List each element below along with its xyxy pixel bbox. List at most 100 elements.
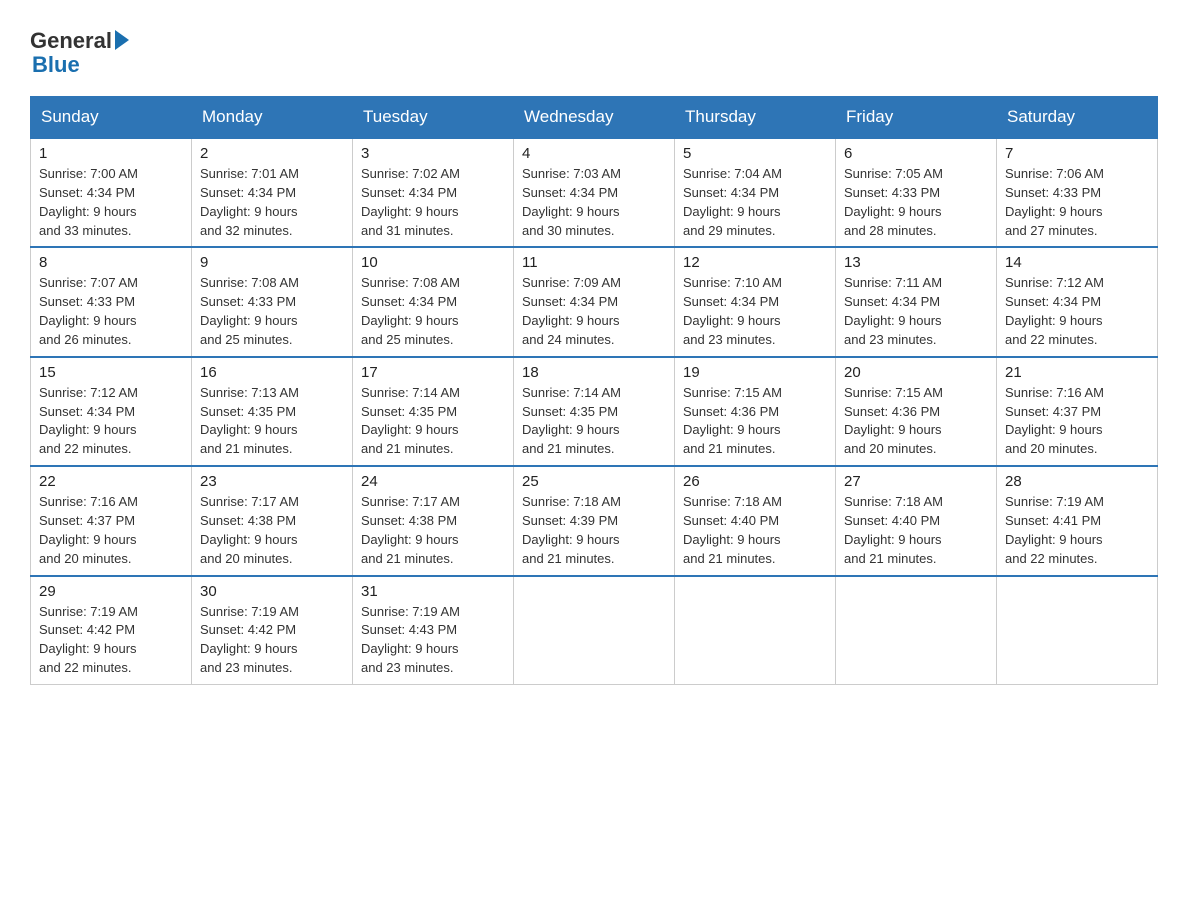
- calendar-cell: 28 Sunrise: 7:19 AMSunset: 4:41 PMDaylig…: [997, 466, 1158, 575]
- day-info: Sunrise: 7:02 AMSunset: 4:34 PMDaylight:…: [361, 165, 505, 240]
- logo-blue-text: Blue: [32, 52, 80, 78]
- day-info: Sunrise: 7:14 AMSunset: 4:35 PMDaylight:…: [522, 384, 666, 459]
- day-info: Sunrise: 7:16 AMSunset: 4:37 PMDaylight:…: [39, 493, 183, 568]
- calendar-cell: 25 Sunrise: 7:18 AMSunset: 4:39 PMDaylig…: [514, 466, 675, 575]
- calendar-cell: 29 Sunrise: 7:19 AMSunset: 4:42 PMDaylig…: [31, 576, 192, 685]
- day-number: 9: [200, 254, 344, 271]
- weekday-header-wednesday: Wednesday: [514, 97, 675, 139]
- day-number: 18: [522, 364, 666, 381]
- day-number: 26: [683, 473, 827, 490]
- calendar-cell: 20 Sunrise: 7:15 AMSunset: 4:36 PMDaylig…: [836, 357, 997, 466]
- calendar-cell: 19 Sunrise: 7:15 AMSunset: 4:36 PMDaylig…: [675, 357, 836, 466]
- calendar-cell: 31 Sunrise: 7:19 AMSunset: 4:43 PMDaylig…: [353, 576, 514, 685]
- weekday-header-thursday: Thursday: [675, 97, 836, 139]
- calendar-cell: 23 Sunrise: 7:17 AMSunset: 4:38 PMDaylig…: [192, 466, 353, 575]
- day-info: Sunrise: 7:07 AMSunset: 4:33 PMDaylight:…: [39, 274, 183, 349]
- calendar-cell: 24 Sunrise: 7:17 AMSunset: 4:38 PMDaylig…: [353, 466, 514, 575]
- weekday-header-tuesday: Tuesday: [353, 97, 514, 139]
- calendar-cell: 8 Sunrise: 7:07 AMSunset: 4:33 PMDayligh…: [31, 247, 192, 356]
- day-info: Sunrise: 7:08 AMSunset: 4:34 PMDaylight:…: [361, 274, 505, 349]
- weekday-header-sunday: Sunday: [31, 97, 192, 139]
- calendar-cell: 21 Sunrise: 7:16 AMSunset: 4:37 PMDaylig…: [997, 357, 1158, 466]
- logo: General Blue: [30, 20, 129, 78]
- day-info: Sunrise: 7:06 AMSunset: 4:33 PMDaylight:…: [1005, 165, 1149, 240]
- day-info: Sunrise: 7:19 AMSunset: 4:42 PMDaylight:…: [200, 603, 344, 678]
- day-number: 6: [844, 145, 988, 162]
- day-number: 25: [522, 473, 666, 490]
- day-info: Sunrise: 7:19 AMSunset: 4:43 PMDaylight:…: [361, 603, 505, 678]
- calendar-cell: 5 Sunrise: 7:04 AMSunset: 4:34 PMDayligh…: [675, 138, 836, 247]
- day-number: 1: [39, 145, 183, 162]
- weekday-header-friday: Friday: [836, 97, 997, 139]
- day-info: Sunrise: 7:10 AMSunset: 4:34 PMDaylight:…: [683, 274, 827, 349]
- calendar-cell: 13 Sunrise: 7:11 AMSunset: 4:34 PMDaylig…: [836, 247, 997, 356]
- week-row-1: 1 Sunrise: 7:00 AMSunset: 4:34 PMDayligh…: [31, 138, 1158, 247]
- day-info: Sunrise: 7:13 AMSunset: 4:35 PMDaylight:…: [200, 384, 344, 459]
- calendar-cell: 22 Sunrise: 7:16 AMSunset: 4:37 PMDaylig…: [31, 466, 192, 575]
- calendar-cell: [675, 576, 836, 685]
- day-info: Sunrise: 7:00 AMSunset: 4:34 PMDaylight:…: [39, 165, 183, 240]
- day-number: 24: [361, 473, 505, 490]
- day-number: 11: [522, 254, 666, 271]
- calendar-cell: 18 Sunrise: 7:14 AMSunset: 4:35 PMDaylig…: [514, 357, 675, 466]
- day-number: 4: [522, 145, 666, 162]
- day-number: 17: [361, 364, 505, 381]
- weekday-header-row: SundayMondayTuesdayWednesdayThursdayFrid…: [31, 97, 1158, 139]
- day-info: Sunrise: 7:16 AMSunset: 4:37 PMDaylight:…: [1005, 384, 1149, 459]
- logo-general-text: General: [30, 28, 112, 54]
- calendar-cell: 26 Sunrise: 7:18 AMSunset: 4:40 PMDaylig…: [675, 466, 836, 575]
- calendar-cell: 7 Sunrise: 7:06 AMSunset: 4:33 PMDayligh…: [997, 138, 1158, 247]
- day-info: Sunrise: 7:15 AMSunset: 4:36 PMDaylight:…: [683, 384, 827, 459]
- calendar-cell: [514, 576, 675, 685]
- calendar-cell: 3 Sunrise: 7:02 AMSunset: 4:34 PMDayligh…: [353, 138, 514, 247]
- calendar-cell: 27 Sunrise: 7:18 AMSunset: 4:40 PMDaylig…: [836, 466, 997, 575]
- weekday-header-monday: Monday: [192, 97, 353, 139]
- day-info: Sunrise: 7:14 AMSunset: 4:35 PMDaylight:…: [361, 384, 505, 459]
- day-number: 19: [683, 364, 827, 381]
- day-number: 23: [200, 473, 344, 490]
- day-info: Sunrise: 7:08 AMSunset: 4:33 PMDaylight:…: [200, 274, 344, 349]
- day-number: 2: [200, 145, 344, 162]
- day-number: 30: [200, 583, 344, 600]
- day-number: 8: [39, 254, 183, 271]
- day-info: Sunrise: 7:11 AMSunset: 4:34 PMDaylight:…: [844, 274, 988, 349]
- day-info: Sunrise: 7:04 AMSunset: 4:34 PMDaylight:…: [683, 165, 827, 240]
- day-number: 28: [1005, 473, 1149, 490]
- day-number: 29: [39, 583, 183, 600]
- calendar-cell: 9 Sunrise: 7:08 AMSunset: 4:33 PMDayligh…: [192, 247, 353, 356]
- calendar-cell: 12 Sunrise: 7:10 AMSunset: 4:34 PMDaylig…: [675, 247, 836, 356]
- day-number: 3: [361, 145, 505, 162]
- calendar-cell: 11 Sunrise: 7:09 AMSunset: 4:34 PMDaylig…: [514, 247, 675, 356]
- day-info: Sunrise: 7:19 AMSunset: 4:42 PMDaylight:…: [39, 603, 183, 678]
- day-number: 12: [683, 254, 827, 271]
- day-info: Sunrise: 7:19 AMSunset: 4:41 PMDaylight:…: [1005, 493, 1149, 568]
- day-number: 10: [361, 254, 505, 271]
- day-info: Sunrise: 7:18 AMSunset: 4:40 PMDaylight:…: [844, 493, 988, 568]
- calendar-cell: [997, 576, 1158, 685]
- calendar-cell: 15 Sunrise: 7:12 AMSunset: 4:34 PMDaylig…: [31, 357, 192, 466]
- week-row-4: 22 Sunrise: 7:16 AMSunset: 4:37 PMDaylig…: [31, 466, 1158, 575]
- day-info: Sunrise: 7:05 AMSunset: 4:33 PMDaylight:…: [844, 165, 988, 240]
- page-header: General Blue: [30, 20, 1158, 78]
- week-row-5: 29 Sunrise: 7:19 AMSunset: 4:42 PMDaylig…: [31, 576, 1158, 685]
- day-number: 20: [844, 364, 988, 381]
- calendar-table: SundayMondayTuesdayWednesdayThursdayFrid…: [30, 96, 1158, 685]
- calendar-cell: 6 Sunrise: 7:05 AMSunset: 4:33 PMDayligh…: [836, 138, 997, 247]
- day-info: Sunrise: 7:15 AMSunset: 4:36 PMDaylight:…: [844, 384, 988, 459]
- day-info: Sunrise: 7:18 AMSunset: 4:40 PMDaylight:…: [683, 493, 827, 568]
- calendar-cell: 17 Sunrise: 7:14 AMSunset: 4:35 PMDaylig…: [353, 357, 514, 466]
- day-number: 22: [39, 473, 183, 490]
- day-number: 31: [361, 583, 505, 600]
- day-number: 7: [1005, 145, 1149, 162]
- day-info: Sunrise: 7:18 AMSunset: 4:39 PMDaylight:…: [522, 493, 666, 568]
- day-number: 5: [683, 145, 827, 162]
- calendar-cell: [836, 576, 997, 685]
- day-info: Sunrise: 7:12 AMSunset: 4:34 PMDaylight:…: [39, 384, 183, 459]
- calendar-cell: 14 Sunrise: 7:12 AMSunset: 4:34 PMDaylig…: [997, 247, 1158, 356]
- week-row-2: 8 Sunrise: 7:07 AMSunset: 4:33 PMDayligh…: [31, 247, 1158, 356]
- week-row-3: 15 Sunrise: 7:12 AMSunset: 4:34 PMDaylig…: [31, 357, 1158, 466]
- day-number: 15: [39, 364, 183, 381]
- calendar-cell: 1 Sunrise: 7:00 AMSunset: 4:34 PMDayligh…: [31, 138, 192, 247]
- day-number: 16: [200, 364, 344, 381]
- calendar-cell: 4 Sunrise: 7:03 AMSunset: 4:34 PMDayligh…: [514, 138, 675, 247]
